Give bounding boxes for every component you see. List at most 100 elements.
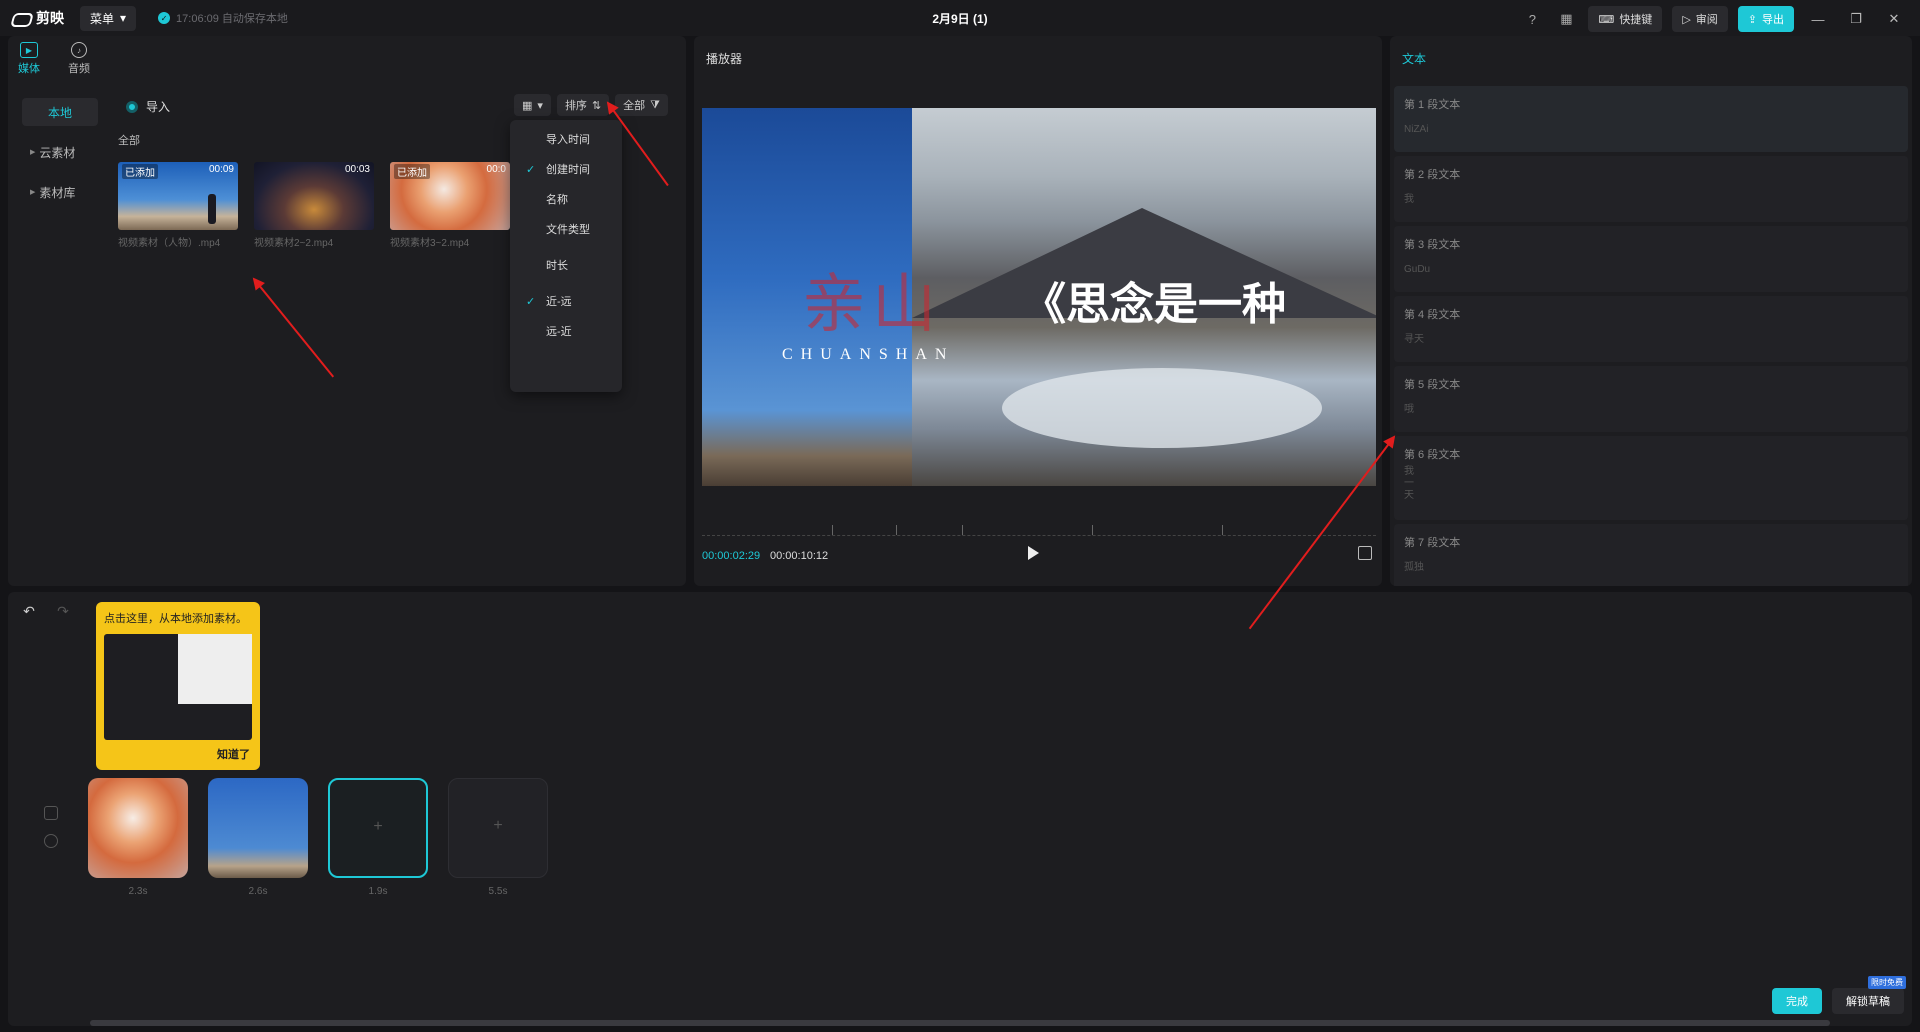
clip[interactable]: 2.6s	[208, 778, 308, 897]
redo-icon[interactable]: ↷	[54, 602, 72, 620]
minimize-icon[interactable]: —	[1804, 7, 1832, 31]
title-actions: ? ▦ ⌨ 快捷键 ▷ 审阅 ⇪ 导出 — ❐ ✕	[1520, 6, 1908, 32]
play-icon[interactable]	[1028, 546, 1039, 560]
segment-content: GuDu	[1404, 264, 1431, 275]
review-icon: ▷	[1682, 13, 1691, 26]
shortcuts-button[interactable]: ⌨ 快捷键	[1588, 6, 1663, 32]
layout-icon[interactable]: ▦	[1554, 7, 1578, 31]
text-segment[interactable]: 第 6 段文本 我 一 天	[1394, 436, 1908, 520]
save-status-text: 17:06:09 自动保存本地	[176, 13, 288, 25]
media-thumbnail[interactable]: 已添加 00:0 视频素材3~2.mp4	[390, 162, 510, 249]
tooltip-text: 点击这里，从本地添加素材。	[104, 613, 247, 625]
player-scrubber[interactable]	[702, 524, 1376, 536]
chevron-down-icon: ▾	[537, 99, 543, 112]
clip-track: 2.3s 2.6s + 1.9s + 5.5s	[88, 778, 548, 897]
caret-right-icon: ▶	[30, 189, 36, 196]
scrubber-tick	[832, 525, 833, 535]
clip-thumbnail	[88, 778, 188, 878]
text-segment[interactable]: 第 5 段文本 哦	[1394, 366, 1908, 432]
side-item-local[interactable]: 本地	[22, 98, 98, 126]
unlock-draft-button[interactable]: 解锁草稿 限时免费	[1832, 976, 1906, 1014]
clip-duration: 2.3s	[128, 886, 148, 897]
segment-content: 寻天	[1404, 334, 1424, 345]
tab-media[interactable]: ▶ 媒体	[18, 42, 40, 76]
text-panel-title: 文本	[1402, 52, 1427, 66]
title-bar: 剪映 菜单 ▾ ✓ 17:06:09 自动保存本地 2月9日 (1) ? ▦ ⌨…	[0, 0, 1920, 36]
duration-badge: 00:09	[208, 164, 234, 175]
app-logo: 剪映	[12, 8, 64, 28]
playhead[interactable]	[896, 525, 897, 535]
text-segment[interactable]: 第 4 段文本 寻天	[1394, 296, 1908, 362]
added-badge: 已添加	[394, 164, 430, 179]
sort-option-far-near[interactable]: 远-近	[510, 316, 622, 346]
close-icon[interactable]: ✕	[1880, 7, 1908, 31]
text-segment[interactable]: 第 7 段文本 孤独	[1394, 524, 1908, 586]
restore-icon[interactable]: ❐	[1842, 7, 1870, 31]
all-label: 全部	[118, 135, 140, 147]
sort-label: 排序	[564, 100, 587, 112]
audio-icon: ♪	[71, 42, 87, 58]
clip[interactable]: 2.3s	[88, 778, 188, 897]
sort-option-created-time[interactable]: 创建时间	[510, 154, 622, 184]
media-panel: ▶ 媒体 ♪ 音频 本地 ▶ 云素材 ▶ 素材库 导入 全部 ▦ ▾ 排序 ⇅ …	[8, 36, 686, 586]
horizontal-scrollbar[interactable]	[90, 1020, 1830, 1026]
tooltip-dismiss-button[interactable]: 知道了	[217, 746, 250, 762]
segment-label: 第 3 段文本	[1404, 239, 1461, 251]
menu-button[interactable]: 菜单 ▾	[80, 5, 137, 31]
clip-placeholder: +	[448, 778, 548, 878]
duration-badge: 00:0	[486, 164, 506, 175]
text-segment[interactable]: 第 2 段文本 我	[1394, 156, 1908, 222]
sort-option-duration[interactable]: 时长	[510, 250, 622, 280]
tab-audio[interactable]: ♪ 音频	[68, 42, 90, 76]
media-tabs: ▶ 媒体 ♪ 音频	[18, 42, 90, 76]
clip-placeholder-selected: +	[328, 778, 428, 878]
review-button[interactable]: ▷ 审阅	[1672, 6, 1728, 32]
unlock-draft-label: 解锁草稿	[1846, 996, 1890, 1008]
complete-button[interactable]: 完成	[1772, 988, 1822, 1014]
text-segment[interactable]: 第 1 段文本 NiZAi	[1394, 86, 1908, 152]
help-icon[interactable]: ?	[1520, 7, 1544, 31]
video-preview[interactable]: 亲山 CHUANSHAN 《思念是一种	[702, 108, 1376, 486]
scrubber-tick	[1222, 525, 1223, 535]
sort-option-near-far[interactable]: 近-远	[510, 286, 622, 316]
plus-icon: +	[493, 817, 503, 834]
chevron-down-icon: ▾	[120, 11, 127, 25]
overlay-quote: 《思念是一种	[1022, 279, 1286, 330]
free-badge: 限时免费	[1868, 976, 1906, 989]
tab-media-label: 媒体	[18, 63, 40, 75]
text-segment[interactable]: 第 3 段文本 GuDu	[1394, 226, 1908, 292]
filter-button[interactable]: 全部 ⧩	[615, 94, 668, 116]
clip[interactable]: + 5.5s	[448, 778, 548, 897]
export-button[interactable]: ⇪ 导出	[1737, 6, 1794, 32]
timeline-actions: 完成 解锁草稿 限时免费	[1772, 976, 1906, 1014]
thumbnail-name: 视频素材3~2.mp4	[390, 238, 470, 249]
side-item-library[interactable]: ▶ 素材库	[22, 178, 98, 206]
overlay-title-en: CHUANSHAN	[782, 346, 955, 363]
sort-option-file-type[interactable]: 文件类型	[510, 214, 622, 244]
sort-icon: ⇅	[591, 99, 602, 112]
segment-content: 我	[1404, 194, 1414, 205]
export-label: 导出	[1762, 14, 1784, 26]
text-segment-list: 第 1 段文本 NiZAi 第 2 段文本 我 第 3 段文本 GuDu 第 4…	[1394, 86, 1908, 586]
shortcuts-label: 快捷键	[1619, 14, 1653, 26]
fullscreen-icon[interactable]	[1358, 546, 1372, 560]
track-toggle-icon[interactable]	[44, 806, 58, 820]
view-mode-button[interactable]: ▦ ▾	[514, 94, 551, 116]
timeline-panel: ↶ ↷ 点击这里，从本地添加素材。 知道了 2.3s 2.6s + 1.9s +…	[8, 592, 1912, 1026]
import-button[interactable]: 导入	[126, 98, 170, 115]
check-circle-icon: ✓	[158, 12, 171, 24]
media-thumbnail[interactable]: 已添加 00:09 视频素材（人物）.mp4	[118, 162, 238, 249]
audio-track-icon[interactable]	[44, 834, 58, 848]
side-item-cloud[interactable]: ▶ 云素材	[22, 138, 98, 166]
clip[interactable]: + 1.9s	[328, 778, 428, 897]
segment-label: 第 5 段文本	[1404, 379, 1461, 391]
segment-content: 我 一 天	[1404, 466, 1414, 501]
upload-icon: ⇪	[1747, 13, 1757, 26]
river-shape	[1002, 368, 1322, 448]
tooltip-demo-image	[104, 634, 252, 740]
undo-icon[interactable]: ↶	[20, 602, 38, 620]
review-label: 审阅	[1695, 14, 1718, 26]
media-thumbnail[interactable]: 00:03 视频素材2~2.mp4	[254, 162, 374, 249]
sort-option-name[interactable]: 名称	[510, 184, 622, 214]
sort-option-import-time[interactable]: 导入时间	[510, 124, 622, 154]
